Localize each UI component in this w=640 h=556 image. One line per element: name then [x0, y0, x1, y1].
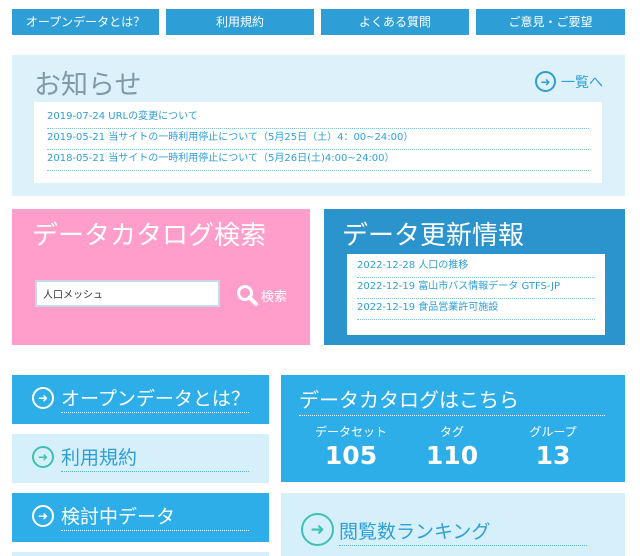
catalog-search-panel: データカタログ検索 検索 [12, 209, 310, 345]
search-input[interactable] [35, 280, 220, 307]
arrow-circle-right-icon: ➜ [32, 505, 54, 527]
catalog-search-title: データカタログ検索 [32, 221, 267, 251]
arrow-circle-right-icon: ➜ [32, 446, 54, 468]
magnifier-icon [237, 285, 258, 306]
stat-value: 105 [324, 441, 378, 470]
nav-terms[interactable]: 利用規約 [166, 9, 314, 35]
arrow-circle-right-icon: ➜ [301, 513, 334, 546]
news-more-link[interactable]: ➜ 一覧へ [535, 71, 603, 92]
news-item[interactable]: 2019-05-21 当サイトの一時利用停止について（5月25日（土）4：00~… [47, 129, 589, 150]
arrow-circle-right-icon: ➜ [535, 71, 556, 92]
stat-label: グループ [529, 425, 577, 439]
news-list: 2019-07-24 URLの変更について 2019-05-21 当サイトの一時… [34, 102, 602, 183]
news-item[interactable]: 2019-07-24 URLの変更について [47, 108, 589, 129]
ranking-link[interactable]: ➜ 閲覧数ランキング [281, 493, 625, 556]
catalog-title: データカタログはこちら [299, 384, 605, 416]
data-updates-panel: データ更新情報 2022-12-28 人口の推移 2022-12-19 富山市バ… [324, 209, 625, 345]
updates-list: 2022-12-28 人口の推移 2022-12-19 富山市バス情報データ G… [347, 254, 605, 335]
catalog-stats-panel[interactable]: データカタログはこちら データセット 105 タグ 110 グループ 13 [281, 375, 625, 482]
search-button[interactable]: 検索 [236, 284, 287, 306]
news-item[interactable]: 2018-05-21 当サイトの一時利用停止について（5月26日(土)4:00~… [47, 150, 589, 171]
link-label: 利用規約 [61, 443, 249, 472]
update-item[interactable]: 2022-12-19 富山市バス情報データ GTFS-JP [357, 278, 595, 299]
data-updates-title: データ更新情報 [342, 221, 525, 251]
stat-value: 13 [535, 441, 571, 470]
arrow-circle-right-icon: ➜ [32, 387, 54, 409]
stat-value: 110 [425, 441, 479, 470]
stat-label: データセット [314, 425, 387, 439]
link-terms[interactable]: ➜ 利用規約 [12, 434, 269, 483]
update-item[interactable]: 2022-12-28 人口の推移 [357, 257, 595, 278]
link-label: オープンデータとは？ [61, 384, 250, 413]
news-title: お知らせ [34, 70, 142, 101]
stat-datasets: データセット 105 [301, 423, 401, 470]
stat-label: タグ [439, 425, 464, 439]
stat-tags: タグ 110 [402, 423, 502, 470]
news-more-label: 一覧へ [561, 74, 603, 91]
news-section: お知らせ ➜ 一覧へ 2019-07-24 URLの変更について 2019-05… [12, 55, 625, 196]
link-next-block[interactable] [12, 552, 269, 556]
link-label: 検討中データ [61, 502, 249, 531]
link-what-is-open-data[interactable]: ➜ オープンデータとは？ [12, 375, 269, 424]
nav-what-is-open-data[interactable]: オープンデータとは？ [12, 9, 159, 35]
nav-feedback[interactable]: ご意見・ご要望 [476, 9, 625, 35]
stat-groups: グループ 13 [503, 423, 603, 470]
link-pending-data[interactable]: ➜ 検討中データ [12, 493, 269, 542]
top-nav: オープンデータとは？ 利用規約 よくある質問 ご意見・ご要望 [12, 9, 625, 35]
update-item[interactable]: 2022-12-19 食品営業許可施設 [357, 299, 595, 320]
nav-faq[interactable]: よくある質問 [321, 9, 469, 35]
ranking-label: 閲覧数ランキング [339, 517, 587, 546]
search-button-label: 検索 [261, 289, 288, 305]
